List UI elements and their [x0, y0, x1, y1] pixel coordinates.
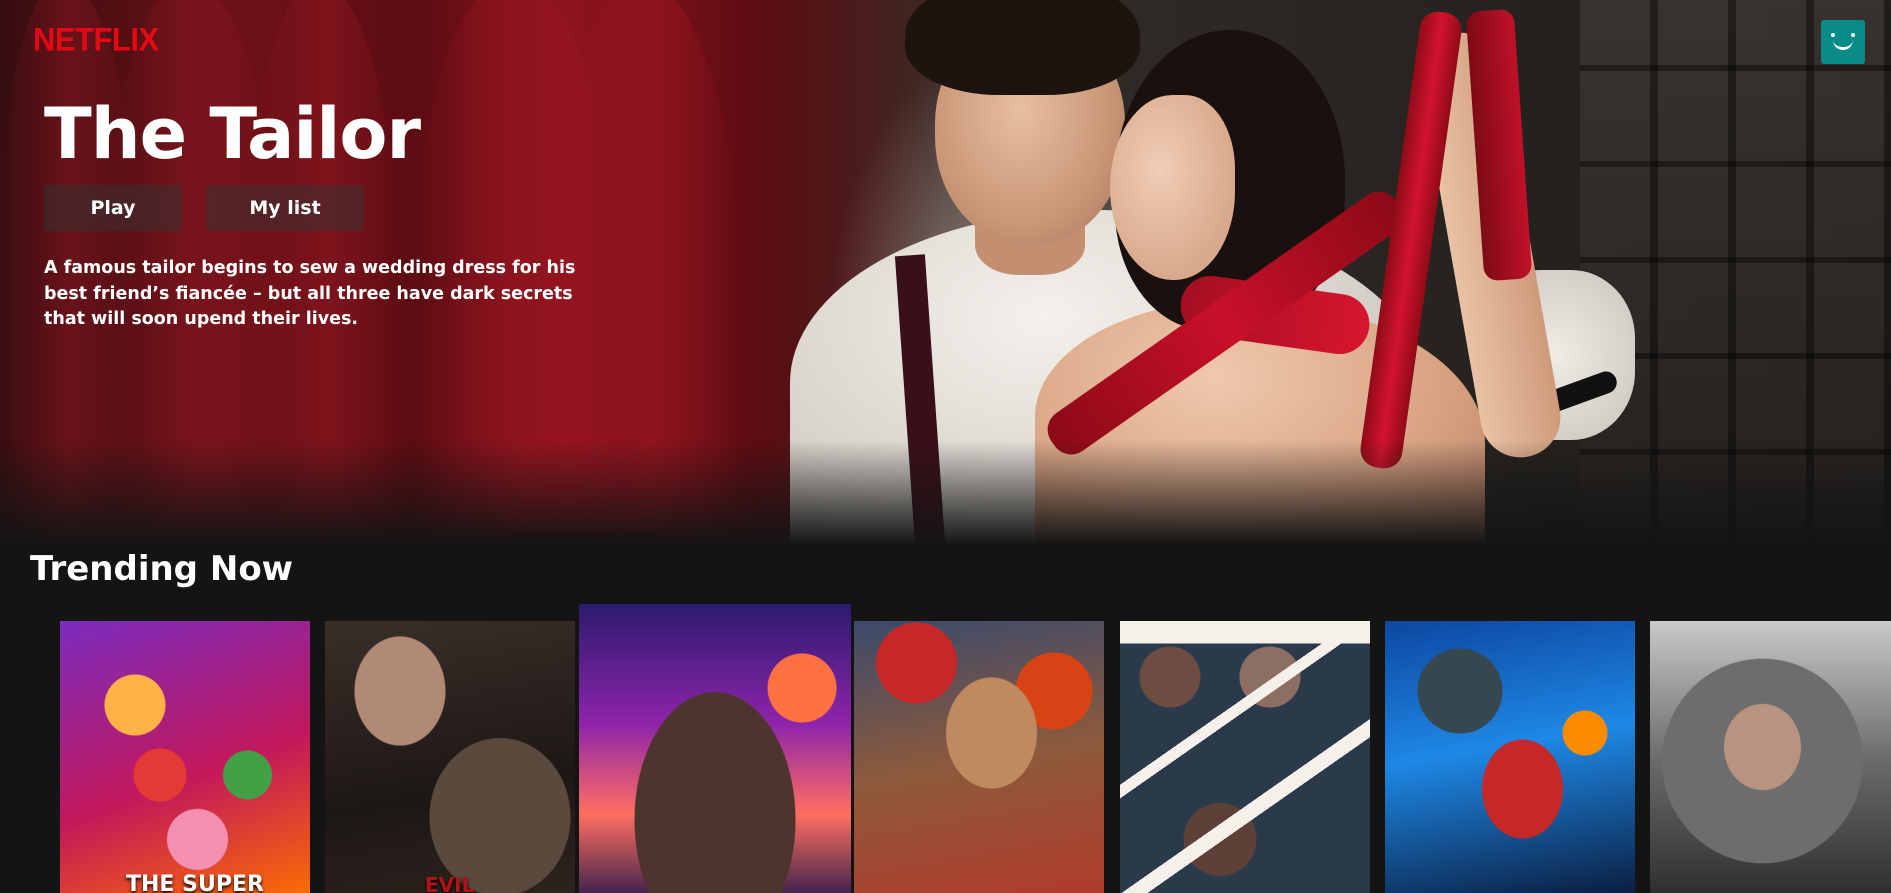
hero-banner: NETFLIX The Tailor Play My list A famous… [0, 0, 1891, 545]
hero-art-woman-face [1110, 95, 1235, 280]
netflix-logo[interactable]: NETFLIX [33, 21, 159, 59]
poster-evil-dead[interactable]: EVIL [325, 621, 575, 893]
hero-gradient [0, 440, 1891, 545]
netflix-page: NETFLIX The Tailor Play My list A famous… [0, 0, 1891, 893]
poster-the-mother[interactable] [1650, 621, 1891, 893]
poster-ant-man[interactable] [1385, 621, 1635, 893]
poster-air[interactable] [1120, 621, 1370, 893]
play-button[interactable]: Play [44, 185, 182, 231]
poster-super-mario[interactable]: THE SUPER [60, 621, 310, 893]
profile-avatar-smiley-face-icon[interactable] [1821, 20, 1865, 64]
hero-description: A famous tailor begins to sew a wedding … [44, 258, 576, 329]
poster-guardians[interactable] [579, 604, 851, 893]
poster-dungeons-dragons[interactable] [854, 621, 1104, 893]
my-list-button[interactable]: My list [206, 185, 364, 231]
poster-caption: EVIL [425, 873, 475, 893]
hero-art-man-hair [905, 0, 1140, 95]
hero-title: The Tailor [44, 93, 421, 175]
poster-caption: THE SUPER [126, 872, 264, 893]
smiley-mouth-icon [1833, 35, 1853, 50]
trending-row-title: Trending Now [30, 549, 294, 589]
